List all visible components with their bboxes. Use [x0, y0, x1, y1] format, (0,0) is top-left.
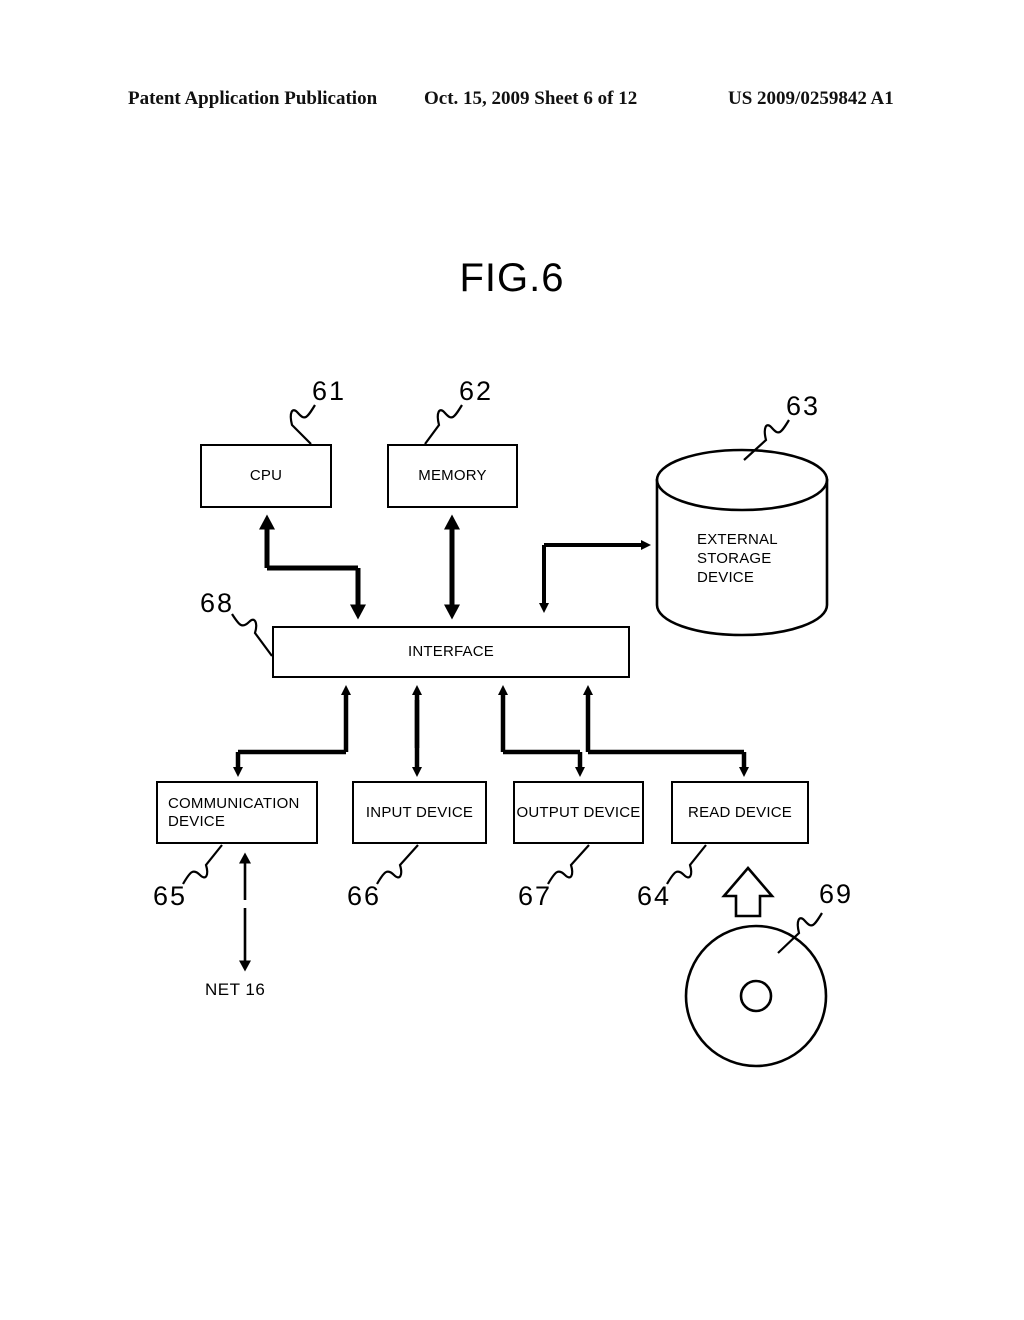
block-cpu[interactable]: CPU: [200, 444, 332, 508]
block-cpu-label: CPU: [249, 467, 283, 485]
block-external-storage-label: EXTERNAL STORAGE DEVICE: [697, 531, 778, 586]
connector-cpu-interface: [259, 514, 366, 620]
header-date-sheet: Oct. 15, 2009 Sheet 6 of 12: [424, 88, 638, 109]
block-interface-label: INTERFACE: [408, 643, 494, 661]
refnum-input-device: 66: [347, 881, 382, 911]
block-input-device-label: INPUT DEVICE: [365, 803, 474, 821]
block-input-device[interactable]: INPUT DEVICE: [352, 781, 487, 844]
refnum-output-device: 67: [518, 881, 553, 911]
network-label: NET 16: [205, 980, 266, 999]
header-publication-number: US 2009/0259842 A1: [728, 88, 894, 109]
block-memory-label: MEMORY: [418, 467, 487, 485]
recording-medium-disc-shape: [684, 924, 828, 1068]
refnum-cpu: 61: [312, 376, 347, 406]
refnum-communication-device: 65: [153, 881, 188, 911]
figure-title: FIG.6: [459, 256, 565, 300]
block-memory[interactable]: MEMORY: [387, 444, 518, 508]
medium-insert-arrow: [721, 866, 775, 918]
header-publication-type: Patent Application Publication: [128, 88, 378, 109]
refnum-memory: 62: [459, 376, 494, 406]
refnum-interface: 68: [200, 588, 235, 618]
block-read-device[interactable]: READ DEVICE: [671, 781, 809, 844]
refnum-read-device: 64: [637, 881, 672, 911]
block-output-device[interactable]: OUTPUT DEVICE: [513, 781, 644, 844]
connector-interface-communication-device: [233, 685, 351, 777]
block-read-device-label: READ DEVICE: [688, 803, 792, 821]
block-communication-device-label: COMMUNICATION DEVICE: [168, 794, 300, 830]
refnum-external-storage: 63: [786, 391, 821, 421]
refnum-recording-medium: 69: [819, 879, 854, 909]
block-communication-device[interactable]: COMMUNICATION DEVICE: [156, 781, 318, 844]
connector-interface-read-device: [583, 685, 749, 777]
connector-interface-output-device: [498, 685, 585, 777]
block-output-device-label: OUTPUT DEVICE: [516, 803, 641, 821]
block-interface[interactable]: INTERFACE: [272, 626, 630, 678]
patent-figure-page: Patent Application Publication Oct. 15, …: [0, 0, 1024, 1320]
connector-interface-external-storage: [539, 540, 651, 613]
